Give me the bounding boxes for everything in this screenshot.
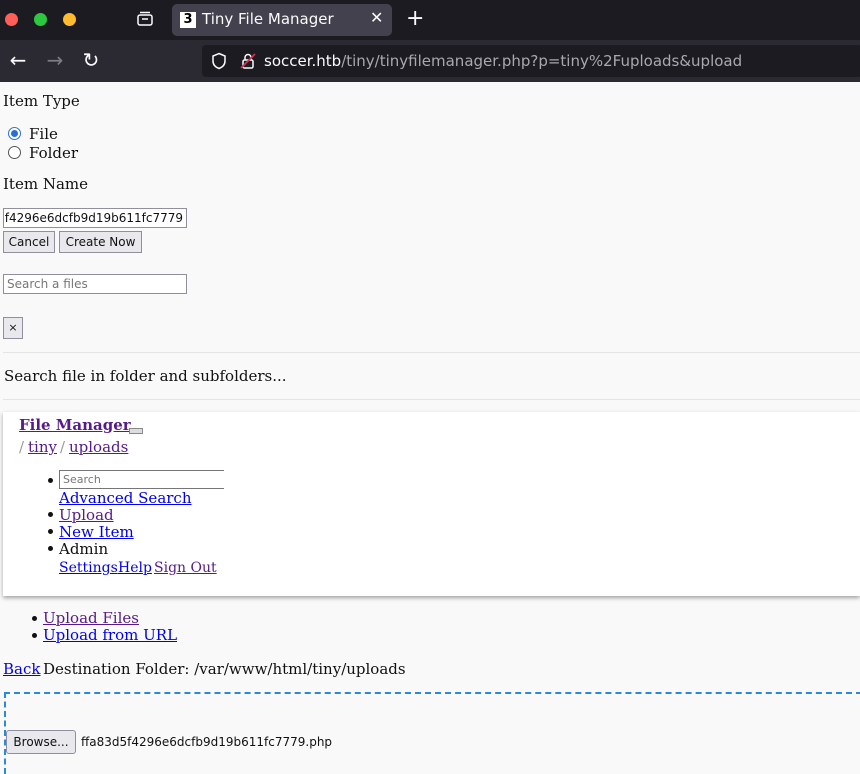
shield-icon[interactable]: [210, 52, 228, 70]
item-name-label: Item Name: [3, 175, 88, 193]
browse-button[interactable]: Browse...: [6, 730, 76, 754]
breadcrumb-uploads[interactable]: uploads: [69, 438, 128, 456]
new-item-link[interactable]: New Item: [59, 523, 134, 541]
minimize-window-button[interactable]: [63, 13, 76, 26]
address-bar[interactable]: soccer.htb/tiny/tinyfilemanager.php?p=ti…: [202, 45, 860, 77]
create-now-button[interactable]: Create Now: [59, 231, 142, 253]
list-bullet: [32, 616, 37, 621]
breadcrumb-sep-2: /: [60, 438, 66, 456]
maximize-window-button[interactable]: [34, 13, 47, 26]
url-host: soccer.htb: [264, 52, 342, 70]
tab-title: Tiny File Manager: [202, 10, 334, 28]
insecure-lock-icon[interactable]: [239, 52, 257, 70]
tab-upload-from-url[interactable]: Upload from URL: [43, 626, 177, 644]
radio-file[interactable]: [8, 127, 21, 140]
list-bullet: [48, 478, 53, 483]
close-search-button[interactable]: ×: [3, 317, 23, 339]
settings-link[interactable]: Settings: [59, 560, 118, 576]
upload-dropzone[interactable]: Browse... ffa83d5f4296e6dcfb9d19b611fc77…: [4, 692, 860, 774]
url-text: soccer.htb/tiny/tinyfilemanager.php?p=ti…: [264, 52, 742, 70]
tab-upload-files[interactable]: Upload Files: [43, 609, 139, 627]
file-search-input[interactable]: Search a files: [3, 274, 187, 294]
search-results-panel: Search file in folder and subfolders...: [3, 352, 860, 400]
reload-icon[interactable]: ↻: [79, 48, 103, 72]
list-bullet: [32, 633, 37, 638]
forward-arrow-icon[interactable]: →: [43, 48, 67, 72]
browser-tab[interactable]: 3 Tiny File Manager ✕: [172, 4, 392, 36]
advanced-search-link[interactable]: Advanced Search: [59, 489, 192, 507]
cancel-button[interactable]: Cancel: [3, 231, 55, 253]
search-panel-text: Search file in folder and subfolders...: [4, 367, 287, 385]
radio-file-label: File: [29, 125, 58, 143]
file-manager-navbar: File Manager / tiny / uploads Search Adv…: [3, 412, 860, 596]
back-link[interactable]: Back: [3, 660, 40, 678]
close-window-button[interactable]: [5, 13, 18, 26]
list-bullet: [48, 546, 53, 551]
back-arrow-icon[interactable]: ←: [6, 48, 30, 72]
breadcrumb-tiny[interactable]: tiny: [28, 438, 57, 456]
brand-wrap: File Manager: [19, 416, 131, 434]
admin-user-label[interactable]: Admin: [59, 540, 108, 558]
selected-file-name: ffa83d5f4296e6dcfb9d19b611fc7779.php: [81, 735, 333, 749]
radio-folder[interactable]: [8, 146, 21, 159]
breadcrumb-sep-1: /: [19, 438, 25, 456]
favicon-icon: 3: [180, 12, 196, 28]
browser-navbar: ← → ↻ soccer.htb/tiny/tinyfilemanager.ph…: [0, 40, 860, 82]
list-bullet: [48, 529, 53, 534]
upload-link[interactable]: Upload: [59, 506, 114, 524]
help-link[interactable]: Help: [118, 560, 152, 576]
item-type-label: Item Type: [3, 92, 80, 110]
new-tab-icon[interactable]: +: [406, 6, 424, 31]
tab-overview-icon[interactable]: [136, 10, 154, 28]
radio-folder-label: Folder: [29, 144, 79, 162]
url-path: /tiny/tinyfilemanager.php?p=tiny%2Fuploa…: [341, 52, 743, 70]
list-bullet: [48, 512, 53, 517]
browser-tabbar: 3 Tiny File Manager ✕ +: [0, 0, 860, 40]
close-tab-icon[interactable]: ✕: [370, 8, 383, 27]
destination-folder-text: Destination Folder: /var/www/html/tiny/u…: [43, 660, 406, 678]
sign-out-link[interactable]: Sign Out: [154, 560, 217, 576]
navbar-search-input[interactable]: Search: [59, 470, 224, 489]
item-name-input[interactable]: 5f4296e6dcfb9d19b611fc7779: [3, 208, 187, 228]
brand-link[interactable]: File Manager: [19, 416, 131, 434]
navbar-toggler-icon[interactable]: [129, 428, 143, 434]
page-content: Item Type File Folder Item Name 5f4296e6…: [0, 82, 860, 774]
